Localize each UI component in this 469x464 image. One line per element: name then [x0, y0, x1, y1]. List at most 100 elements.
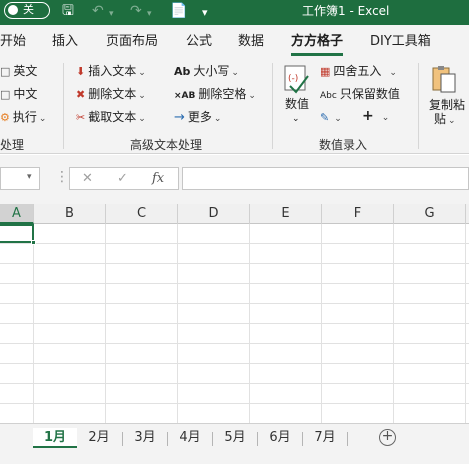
remove-spaces-label: 删除空格 [198, 87, 247, 101]
execute-button[interactable]: ⚙ 执行 ⌄ [0, 110, 46, 126]
column-headers: A B C D E F G [0, 204, 469, 224]
redo-icon[interactable]: ↷ [130, 3, 142, 19]
column-line [465, 224, 466, 423]
worksheet-grid[interactable] [0, 224, 469, 423]
column-header-b[interactable]: B [34, 204, 106, 224]
remove-spaces-button[interactable]: ×AB 删除空格 ⌄ [174, 87, 256, 103]
undo-dropdown-icon[interactable]: ▾ [109, 6, 114, 22]
number-big-button[interactable]: (-) 数值 ⌄ [282, 64, 312, 126]
redo-dropdown-icon[interactable]: ▾ [147, 6, 152, 22]
case-label: 大小写 [193, 64, 230, 78]
clipboard-icon [432, 66, 456, 93]
chinese-label: 中文 [13, 87, 38, 101]
save-icon[interactable]: 🖫 [62, 3, 74, 19]
chevron-down-icon: ⌄ [389, 68, 397, 78]
tab-separator [122, 432, 123, 446]
column-header-e[interactable]: E [250, 204, 322, 224]
add-sheet-icon[interactable]: + [379, 429, 396, 446]
tab-page-layout[interactable]: 页面布局 [106, 34, 158, 50]
sheet-tab-bar: 1月 2月 3月 4月 5月 6月 7月 + [0, 423, 469, 464]
enter-icon[interactable]: ✓ [117, 171, 128, 186]
insert-text-button[interactable]: ⬇ 插入文本 ⌄ [76, 64, 146, 80]
row-line [0, 383, 469, 384]
delete-text-label: 删除文本 [88, 87, 137, 101]
sheet-tab-7[interactable]: 7月 [304, 428, 346, 448]
paste-label: 贴 [434, 112, 447, 126]
tab-fangfangezi[interactable]: 方方格子 [291, 34, 343, 50]
delete-text-icon: ✖ [76, 88, 86, 101]
arrow-right-icon: → [174, 110, 185, 125]
case-button[interactable]: Ab 大小写 ⌄ [174, 64, 239, 80]
chevron-down-icon: ⌄ [248, 91, 256, 101]
undo-icon[interactable]: ↶ [92, 3, 104, 19]
chevron-down-icon: ⌄ [38, 114, 47, 124]
customize-toolbar-icon[interactable]: ▾ [202, 5, 208, 21]
tab-home[interactable]: 开始 [0, 34, 26, 50]
sheet-tab-5[interactable]: 5月 [214, 428, 256, 448]
execute-label: 执行 [12, 110, 37, 124]
grip-icon: ⋮ [55, 169, 69, 185]
selected-cell[interactable] [0, 224, 34, 243]
more-button[interactable]: → 更多 ⌄ [174, 110, 221, 126]
row-line [0, 263, 469, 264]
row-line [0, 323, 469, 324]
group-label-advanced-text: 高级文本处理 [130, 138, 203, 152]
toggle-knob [8, 5, 18, 15]
keep-values-button[interactable]: Abc 只保留数值 [320, 87, 400, 103]
copy-paste-label-2: 贴 ⌄ [434, 112, 456, 128]
name-box[interactable]: ▾ [0, 167, 40, 190]
plus-button[interactable]: + ⌄ [362, 109, 389, 125]
group-label-processing: 处理 [0, 138, 25, 152]
row-line [0, 283, 469, 284]
round-icon: ▦ [320, 65, 331, 78]
column-line [321, 224, 322, 423]
chinese-button[interactable]: □ 中文 [0, 87, 37, 102]
column-header-d[interactable]: D [178, 204, 250, 224]
touch-mode-icon[interactable]: 📄 [170, 3, 187, 19]
extract-text-button[interactable]: ✂ 截取文本 ⌄ [76, 110, 146, 126]
round-label: 四舍五入 [333, 64, 382, 78]
row-line [0, 303, 469, 304]
edit-button[interactable]: ✎ ⌄ [320, 110, 342, 126]
svg-text:(-): (-) [288, 74, 298, 84]
chevron-down-icon: ⌄ [138, 91, 146, 101]
column-header-a[interactable]: A [0, 204, 34, 224]
sheet-tab-1[interactable]: 1月 [33, 428, 77, 448]
insert-text-icon: ⬇ [76, 65, 86, 78]
column-header-f[interactable]: F [322, 204, 394, 224]
row-line [0, 243, 469, 244]
ribbon-tabs: 开始 插入 页面布局 公式 数据 方方格子 DIY工具箱 [0, 25, 469, 59]
more-label: 更多 [187, 110, 212, 124]
sheet-tab-4[interactable]: 4月 [169, 428, 211, 448]
column-header-g[interactable]: G [394, 204, 466, 224]
chevron-down-icon: ▾ [27, 172, 32, 182]
tab-data[interactable]: 数据 [238, 34, 264, 50]
cancel-icon[interactable]: ✕ [82, 171, 93, 186]
round-button[interactable]: ▦ 四舍五入 ⌄ [320, 64, 397, 80]
insert-text-label: 插入文本 [88, 64, 137, 78]
copy-paste-button[interactable]: 复制粘 贴 ⌄ [428, 64, 469, 128]
group-divider [63, 63, 64, 149]
tab-insert[interactable]: 插入 [52, 34, 78, 50]
chevron-down-icon: ⌄ [292, 114, 300, 124]
group-divider [418, 63, 419, 149]
keep-values-label: 只保留数值 [339, 87, 400, 101]
edit-icon: ✎ [320, 111, 330, 124]
chevron-down-icon: ⌄ [138, 68, 146, 78]
row-line [0, 363, 469, 364]
formula-input[interactable] [182, 167, 469, 190]
fill-handle[interactable] [31, 240, 36, 245]
plus-label: + [362, 108, 374, 124]
autosave-toggle[interactable]: 关 [4, 2, 50, 19]
autosave-label: 关 [23, 3, 34, 16]
extract-text-label: 截取文本 [88, 110, 137, 124]
sheet-tab-6[interactable]: 6月 [259, 428, 301, 448]
insert-function-icon[interactable]: fx [152, 171, 164, 186]
column-header-c[interactable]: C [106, 204, 178, 224]
sheet-tab-2[interactable]: 2月 [78, 428, 120, 448]
sheet-tab-3[interactable]: 3月 [124, 428, 166, 448]
tab-diy-toolbox[interactable]: DIY工具箱 [370, 34, 431, 50]
delete-text-button[interactable]: ✖ 删除文本 ⌄ [76, 87, 146, 103]
english-button[interactable]: □ 英文 [0, 64, 37, 79]
tab-formulas[interactable]: 公式 [186, 34, 212, 50]
